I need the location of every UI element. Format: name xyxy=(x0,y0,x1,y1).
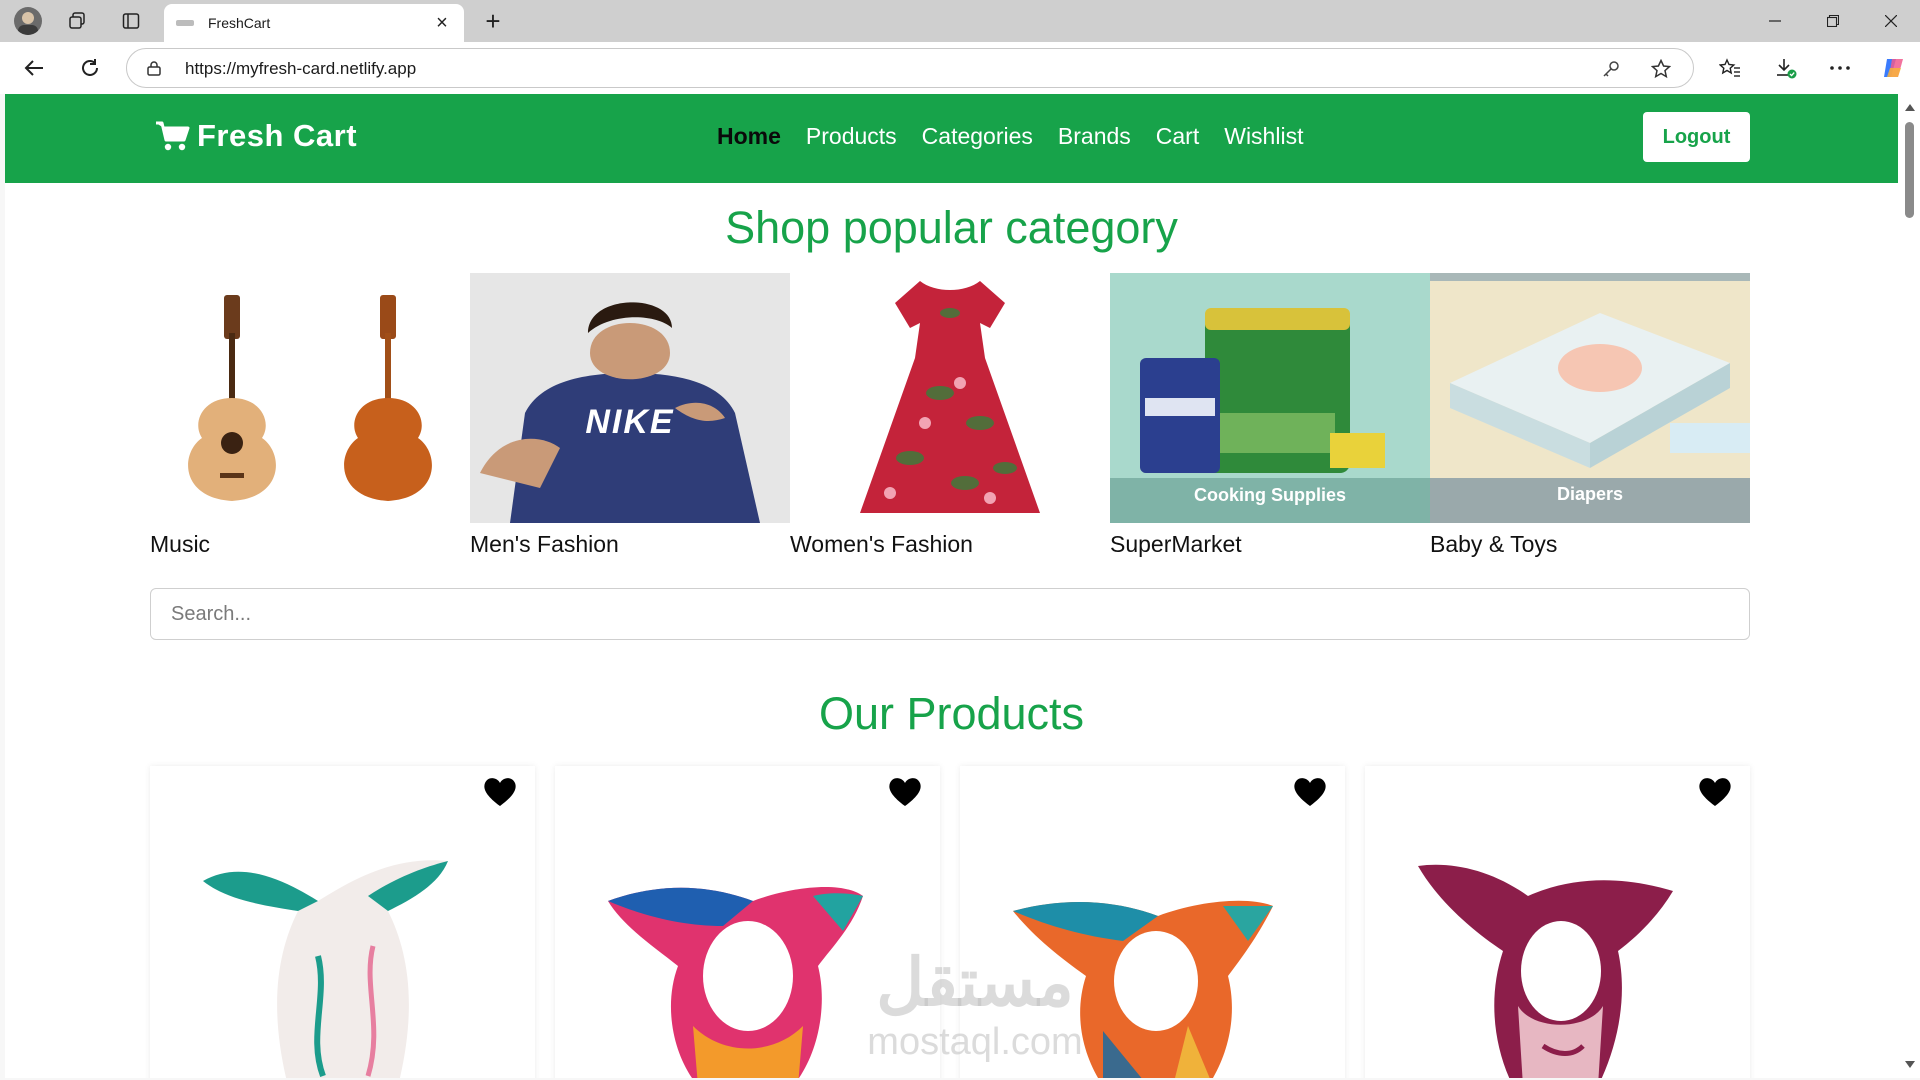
minimize-icon[interactable] xyxy=(1752,4,1798,38)
image-caption: Cooking Supplies xyxy=(1193,485,1346,505)
main-menu: Home Products Categories Brands Cart Wis… xyxy=(717,123,1303,150)
scroll-down-arrow-icon[interactable] xyxy=(1905,1061,1915,1068)
favorites-list-icon[interactable] xyxy=(1714,52,1746,84)
restore-icon[interactable] xyxy=(1810,4,1856,38)
active-tab[interactable]: FreshCart × xyxy=(164,4,464,42)
brand-name: Fresh Cart xyxy=(197,118,358,153)
product-image xyxy=(203,860,448,1078)
browser-toolbar: https://myfresh-card.netlify.app xyxy=(0,42,1920,94)
page-scrollbar[interactable] xyxy=(1898,94,1920,1078)
close-tab-icon[interactable]: × xyxy=(430,11,454,35)
logout-button[interactable]: Logout xyxy=(1643,112,1750,162)
nav-link-cart[interactable]: Cart xyxy=(1156,123,1199,150)
category-name: Men's Fashion xyxy=(470,531,619,557)
search-input[interactable] xyxy=(150,588,1750,640)
copilot-icon[interactable] xyxy=(1878,52,1910,84)
categories-heading: Shop popular category xyxy=(725,202,1178,253)
heart-icon[interactable] xyxy=(1293,776,1327,808)
key-icon[interactable] xyxy=(1599,57,1623,81)
category-name: SuperMarket xyxy=(1110,531,1242,557)
reload-icon[interactable] xyxy=(74,52,106,84)
scrollbar-thumb[interactable] xyxy=(1905,122,1914,218)
product-card[interactable] xyxy=(960,766,1345,1078)
tab-strip: FreshCart × + xyxy=(0,0,1920,42)
heart-icon[interactable] xyxy=(1698,776,1732,808)
category-name: Women's Fashion xyxy=(790,531,973,557)
profile-avatar-icon[interactable] xyxy=(14,7,42,35)
product-image xyxy=(1013,900,1273,1078)
brand-logo[interactable]: Fresh Cart xyxy=(155,118,357,154)
tab-actions-icon[interactable] xyxy=(118,8,144,34)
category-image-mens-fashion: NIKE xyxy=(470,273,790,523)
page-viewport: Fresh Cart Home Products Categories Bran… xyxy=(5,94,1898,1078)
category-card-supermarket[interactable]: Cooking Supplies SuperMarket xyxy=(1110,273,1430,557)
category-card-music[interactable]: Music xyxy=(150,273,470,557)
new-tab-icon[interactable]: + xyxy=(478,6,508,36)
scroll-up-arrow-icon[interactable] xyxy=(1905,104,1915,111)
workspaces-icon[interactable] xyxy=(64,8,90,34)
category-image-baby-toys: Diapers xyxy=(1430,273,1750,523)
heart-icon[interactable] xyxy=(888,776,922,808)
products-heading: Our Products xyxy=(818,688,1085,739)
category-slider: Music NIKE Men's Fashion Women's Fashion… xyxy=(150,273,1750,557)
nav-link-wishlist[interactable]: Wishlist xyxy=(1224,123,1303,150)
downloads-icon[interactable] xyxy=(1770,52,1802,84)
tab-favicon-icon xyxy=(176,20,194,26)
tab-title: FreshCart xyxy=(208,15,271,31)
url-text: https://myfresh-card.netlify.app xyxy=(185,59,417,78)
product-grid xyxy=(150,766,1750,1078)
category-name: Baby & Toys xyxy=(1430,531,1558,557)
image-caption: Diapers xyxy=(1556,484,1624,504)
nike-logo-text: NIKE xyxy=(585,403,675,441)
lock-icon xyxy=(147,61,161,76)
category-card-womens-fashion[interactable]: Women's Fashion xyxy=(790,273,1110,557)
browser-window: FreshCart × + https://myfresh-card.netli… xyxy=(0,0,1920,1080)
close-window-icon[interactable] xyxy=(1868,4,1914,38)
site-navbar: Fresh Cart Home Products Categories Bran… xyxy=(5,94,1898,183)
nav-link-products[interactable]: Products xyxy=(806,123,897,150)
category-image-music xyxy=(150,273,470,523)
more-menu-icon[interactable] xyxy=(1824,52,1856,84)
heart-icon[interactable] xyxy=(483,776,517,808)
category-card-mens-fashion[interactable]: NIKE Men's Fashion xyxy=(470,273,790,557)
category-image-supermarket: Cooking Supplies xyxy=(1110,273,1430,523)
category-card-baby-toys[interactable]: Diapers Baby & Toys xyxy=(1430,273,1750,557)
product-image xyxy=(608,887,863,1078)
product-image xyxy=(1418,864,1673,1078)
back-arrow-icon[interactable] xyxy=(18,52,50,84)
product-card[interactable] xyxy=(555,766,940,1078)
favorite-star-icon[interactable] xyxy=(1649,57,1673,81)
product-card[interactable] xyxy=(1365,766,1750,1078)
nav-link-home[interactable]: Home xyxy=(717,123,781,150)
address-bar[interactable]: https://myfresh-card.netlify.app xyxy=(126,48,1694,88)
nav-link-brands[interactable]: Brands xyxy=(1058,123,1131,150)
cart-icon xyxy=(156,121,190,151)
product-card[interactable] xyxy=(150,766,535,1078)
nav-link-categories[interactable]: Categories xyxy=(922,123,1033,150)
category-image-womens-fashion xyxy=(790,273,1110,523)
category-name: Music xyxy=(150,531,211,557)
